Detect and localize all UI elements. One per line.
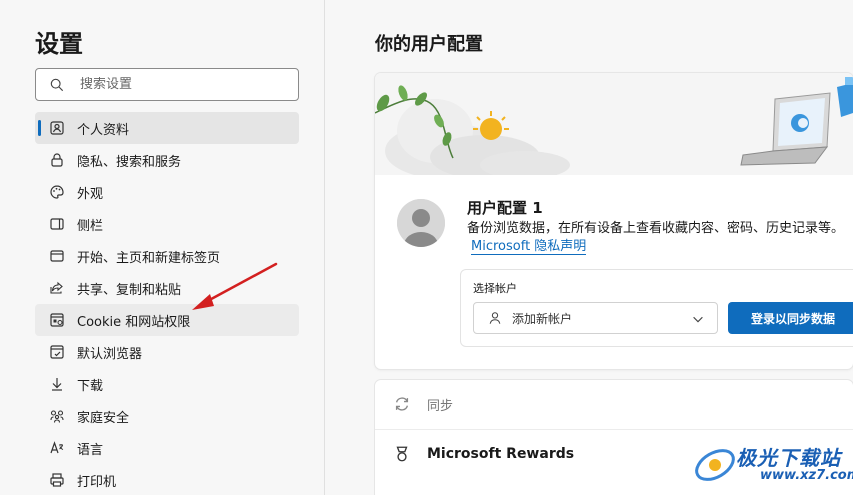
annotation-arrow <box>192 262 278 310</box>
account-chooser: 选择帐户 添加新帐户 登录以同步数据 <box>460 269 853 347</box>
sidebar-item-downloads[interactable]: 下载 <box>35 368 299 400</box>
settings-sidebar: 设置 个人资料 隐私、搜索和服务 外观 侧栏 开始、主页和新建标签页 共享、复制… <box>0 0 325 495</box>
profile-icon <box>49 120 65 136</box>
sync-row[interactable]: 同步 <box>375 380 853 428</box>
profile-card: 用户配置 1 备份浏览数据，在所有设备上查看收藏内容、密码、历史记录等。 Micr… <box>375 73 853 369</box>
profile-banner-illustration <box>375 73 853 175</box>
family-icon <box>49 408 65 424</box>
sync-label: 同步 <box>427 398 454 414</box>
browser-icon <box>49 344 65 360</box>
banner-art <box>375 73 853 175</box>
share-icon <box>49 280 65 296</box>
sidebar-item-language[interactable]: 语言 <box>35 432 299 464</box>
palette-icon <box>49 184 65 200</box>
sidebar-item-label: 侧栏 <box>77 218 104 234</box>
sidebar-item-label: 隐私、搜索和服务 <box>77 154 182 170</box>
sidebar-item-family[interactable]: 家庭安全 <box>35 400 299 432</box>
chevron-down-icon <box>693 316 703 323</box>
profile-description: 备份浏览数据，在所有设备上查看收藏内容、密码、历史记录等。 Microsoft 隐… <box>467 220 847 256</box>
sidebar-item-label: Cookie 和网站权限 <box>77 314 191 330</box>
sync-icon <box>393 395 411 413</box>
avatar-placeholder-icon <box>397 199 445 247</box>
sidebar-item-label: 下载 <box>77 378 104 394</box>
language-icon <box>49 440 65 456</box>
sidebar-item-sidebar[interactable]: 侧栏 <box>35 208 299 240</box>
search-input[interactable] <box>80 77 280 92</box>
sidebar-item-label: 个人资料 <box>77 122 130 138</box>
rewards-icon <box>393 445 411 463</box>
sidebar-item-appearance[interactable]: 外观 <box>35 176 299 208</box>
avatar[interactable] <box>397 199 445 247</box>
sidebar-item-label: 语言 <box>77 442 104 458</box>
account-dropdown[interactable]: 添加新帐户 <box>473 302 718 334</box>
account-label: 选择帐户 <box>473 282 517 295</box>
watermark-text: 极光下载站 <box>736 446 841 470</box>
sign-in-sync-button[interactable]: 登录以同步数据 <box>728 302 853 334</box>
profile-name: 用户配置 1 <box>467 199 543 217</box>
profile-description-text: 备份浏览数据，在所有设备上查看收藏内容、密码、历史记录等。 <box>467 221 845 236</box>
home-icon <box>49 248 65 264</box>
lock-icon <box>49 152 65 168</box>
watermark-logo-icon <box>695 449 735 481</box>
cookie-permissions-icon <box>49 312 65 328</box>
sidebar-icon <box>49 216 65 232</box>
privacy-link[interactable]: Microsoft 隐私声明 <box>471 239 587 255</box>
site-watermark: 极光下载站 www.xz7.com <box>690 440 853 490</box>
sidebar-item-label: 共享、复制和粘贴 <box>77 282 182 298</box>
sidebar-item-privacy[interactable]: 隐私、搜索和服务 <box>35 144 299 176</box>
rewards-label: Microsoft Rewards <box>427 445 575 462</box>
sidebar-item-label: 打印机 <box>77 474 117 490</box>
sidebar-title: 设置 <box>35 30 83 58</box>
sidebar-item-printers[interactable]: 打印机 <box>35 464 299 495</box>
search-icon <box>50 78 64 91</box>
sidebar-item-label: 默认浏览器 <box>77 346 143 362</box>
watermark-url: www.xz7.com <box>760 468 853 483</box>
sidebar-item-label: 外观 <box>77 186 104 202</box>
person-icon <box>489 312 501 324</box>
search-box[interactable] <box>35 68 299 101</box>
printer-icon <box>49 472 65 488</box>
page-title: 你的用户配置 <box>375 34 483 55</box>
add-account-label: 添加新帐户 <box>512 311 573 326</box>
sidebar-item-default-browser[interactable]: 默认浏览器 <box>35 336 299 368</box>
sidebar-item-label: 家庭安全 <box>77 410 130 426</box>
sidebar-item-profile[interactable]: 个人资料 <box>35 112 299 144</box>
download-icon <box>49 376 65 392</box>
